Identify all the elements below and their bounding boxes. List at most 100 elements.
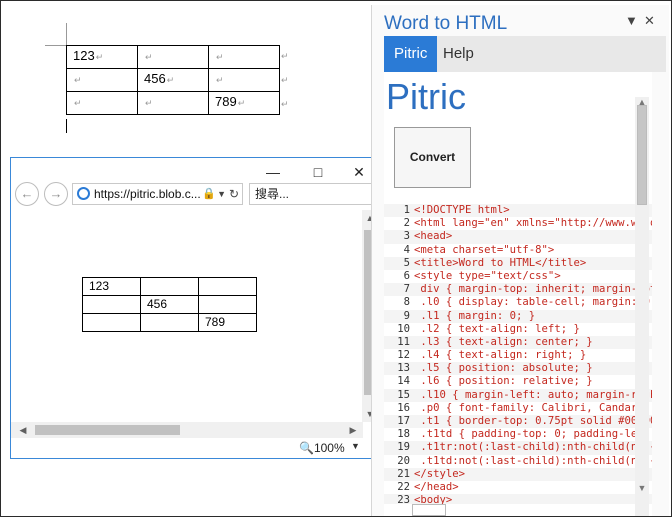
code-text: .l10 { margin-left: auto; margin-right: … bbox=[420, 388, 652, 401]
code-text: .l6 { position: relative; } bbox=[414, 375, 593, 388]
refresh-icon[interactable]: ↻ bbox=[229, 184, 239, 204]
table-cell[interactable]: 123↵ bbox=[66, 45, 138, 69]
scroll-thumb[interactable] bbox=[35, 425, 180, 435]
horizontal-scrollbar[interactable]: ◀ ▶ bbox=[11, 422, 363, 438]
table-row: 789 bbox=[82, 313, 257, 332]
table-cell[interactable]: ↵ bbox=[137, 91, 209, 115]
table-row: ↵ ↵ 789↵ bbox=[66, 91, 280, 115]
paragraph-mark: ↵ bbox=[216, 52, 224, 62]
code-line: 16 .p0 { font-family: Calibri, Candara, … bbox=[384, 402, 652, 415]
back-icon[interactable]: ← bbox=[15, 182, 39, 206]
scroll-thumb[interactable] bbox=[637, 105, 647, 205]
code-text: .l4 { text-align: right; } bbox=[414, 349, 587, 362]
code-line: 10 .l2 { text-align: left; } bbox=[384, 323, 652, 336]
table-cell[interactable]: ↵ bbox=[66, 68, 138, 92]
zoom-level[interactable]: 🔍100% bbox=[299, 441, 345, 455]
table-cell bbox=[82, 313, 141, 332]
code-line: 20 .t1td:not(:last-child):nth-child(n) {… bbox=[384, 455, 652, 468]
table-cell bbox=[198, 295, 257, 314]
code-text: .t1 { border-top: 0.75pt solid #000000; … bbox=[420, 415, 652, 427]
line-number: 9 bbox=[403, 309, 410, 322]
addin-heading: Pitric bbox=[386, 76, 466, 117]
desktop-screen: 123↵ ↵ ↵ ↵ 456↵ ↵ ↵ ↵ 789↵ ↵ ↵ ↵ — □ ✕ ←… bbox=[0, 0, 672, 517]
code-line: 6 <style type="text/css"> bbox=[384, 270, 652, 283]
margin-corner-vertical bbox=[66, 23, 67, 45]
pane-title: Word to HTML bbox=[384, 13, 508, 34]
line-number: 20 bbox=[397, 454, 410, 467]
table-cell[interactable]: ↵ bbox=[208, 68, 280, 92]
code-line: 22 </head> bbox=[384, 481, 652, 494]
browser-window: — □ ✕ ← → https://pitric.blob.c... 🔒 ▼ ↻… bbox=[10, 157, 379, 459]
table-cell[interactable]: ↵ bbox=[66, 91, 138, 115]
line-number: 12 bbox=[397, 349, 410, 362]
address-bar[interactable]: https://pitric.blob.c... 🔒 ▼ ↻ bbox=[72, 183, 243, 205]
line-number: 16 bbox=[397, 401, 410, 414]
html-code-view[interactable]: 1 <!DOCTYPE html> 2 <html lang="en" xmlns="… bbox=[384, 204, 652, 504]
text-cursor bbox=[66, 119, 67, 133]
pane-options-icon[interactable]: ▼ bbox=[625, 13, 638, 28]
code-scroll-thumb[interactable] bbox=[412, 504, 446, 516]
tab-pitric[interactable]: Pitric bbox=[384, 36, 438, 72]
minimize-icon[interactable]: — bbox=[258, 162, 288, 182]
addin-content: Pitric Convert 1 <!DOCTYPE html> 2 <html la… bbox=[384, 72, 652, 516]
close-icon[interactable]: ✕ bbox=[344, 162, 374, 182]
margin-corner-horizontal bbox=[45, 45, 66, 46]
table-cell bbox=[198, 277, 257, 296]
code-text: <body> bbox=[414, 494, 453, 504]
zoom-dropdown-icon[interactable]: ▼ bbox=[351, 441, 360, 451]
code-line: 8 .l0 { display: table-cell; margin: 0; … bbox=[384, 296, 652, 309]
document-table: 123↵ ↵ ↵ ↵ 456↵ ↵ ↵ ↵ 789↵ bbox=[66, 45, 280, 115]
table-row: ↵ 456↵ ↵ bbox=[66, 68, 280, 92]
line-number: 23 bbox=[397, 494, 410, 504]
maximize-icon[interactable]: □ bbox=[303, 162, 333, 182]
forward-icon[interactable]: → bbox=[44, 182, 68, 206]
pane-tabs: Pitric Help bbox=[384, 36, 666, 72]
rendered-table: 123 456 789 bbox=[82, 277, 257, 332]
code-text: .l1 { margin: 0; } bbox=[414, 309, 536, 322]
convert-button[interactable]: Convert bbox=[394, 127, 471, 188]
row-end-mark: ↵ bbox=[281, 51, 289, 61]
code-text: <html lang="en" xmlns="http://www.w3.o bbox=[414, 217, 652, 230]
paragraph-mark: ↵ bbox=[74, 98, 82, 108]
code-text: .l0 { display: table-cell; margin: 0; } bbox=[414, 296, 652, 309]
browser-content: 123 456 789 bbox=[11, 210, 363, 422]
code-text: .p0 { font-family: Calibri, Candara, Seg… bbox=[420, 401, 652, 414]
code-text: <head> bbox=[414, 230, 453, 243]
zoom-level-value: 100% bbox=[313, 441, 345, 455]
table-cell bbox=[82, 295, 141, 314]
line-number: 17 bbox=[397, 415, 410, 427]
table-cell bbox=[140, 277, 199, 296]
pane-close-icon[interactable]: ✕ bbox=[644, 13, 655, 29]
code-line: 19 .t1tr:not(:last-child):nth-child(n) {… bbox=[384, 441, 652, 455]
code-text: div { margin-top: inherit; margin-bottom bbox=[414, 283, 652, 296]
scroll-right-icon[interactable]: ▶ bbox=[345, 422, 361, 438]
table-cell[interactable]: ↵ bbox=[137, 45, 209, 69]
code-text: .t1td { padding-top: 0; padding-left: 5.… bbox=[420, 428, 652, 441]
code-text: .l3 { text-align: center; } bbox=[414, 335, 593, 348]
line-number: 14 bbox=[397, 375, 410, 388]
table-cell[interactable]: 789↵ bbox=[208, 91, 280, 115]
code-line: 4 <meta charset="utf-8"> bbox=[384, 244, 652, 257]
line-number: 21 bbox=[397, 467, 410, 480]
table-cell[interactable]: 456↵ bbox=[137, 68, 209, 92]
paragraph-mark: ↵ bbox=[145, 98, 153, 108]
code-text: <style type="text/css"> bbox=[414, 269, 561, 282]
chevron-down-icon[interactable]: ▼ bbox=[217, 184, 226, 204]
scroll-left-icon[interactable]: ◀ bbox=[15, 422, 31, 438]
line-number: 15 bbox=[397, 388, 410, 401]
code-line: 15 .l10 { margin-left: auto; margin-righ… bbox=[384, 388, 652, 402]
code-line: 23 <body> bbox=[384, 494, 652, 504]
table-cell[interactable]: ↵ bbox=[208, 45, 280, 69]
tab-help[interactable]: Help bbox=[433, 36, 484, 72]
addin-vertical-scrollbar[interactable]: ▲ ▼ bbox=[635, 97, 649, 516]
line-number: 3 bbox=[403, 230, 410, 243]
lock-icon[interactable]: 🔒 bbox=[202, 184, 216, 204]
line-number: 13 bbox=[397, 362, 410, 375]
code-text: .t1tr:not(:last-child):nth-child(n) { bo… bbox=[420, 441, 652, 454]
address-text: https://pitric.blob.c... bbox=[94, 187, 201, 201]
search-input[interactable]: 搜尋... bbox=[249, 183, 375, 205]
scroll-down-icon[interactable]: ▼ bbox=[635, 483, 649, 493]
table-row: 123 bbox=[82, 277, 257, 296]
code-line: 14 .l6 { position: relative; } bbox=[384, 375, 652, 388]
code-text: </style> bbox=[414, 467, 466, 480]
